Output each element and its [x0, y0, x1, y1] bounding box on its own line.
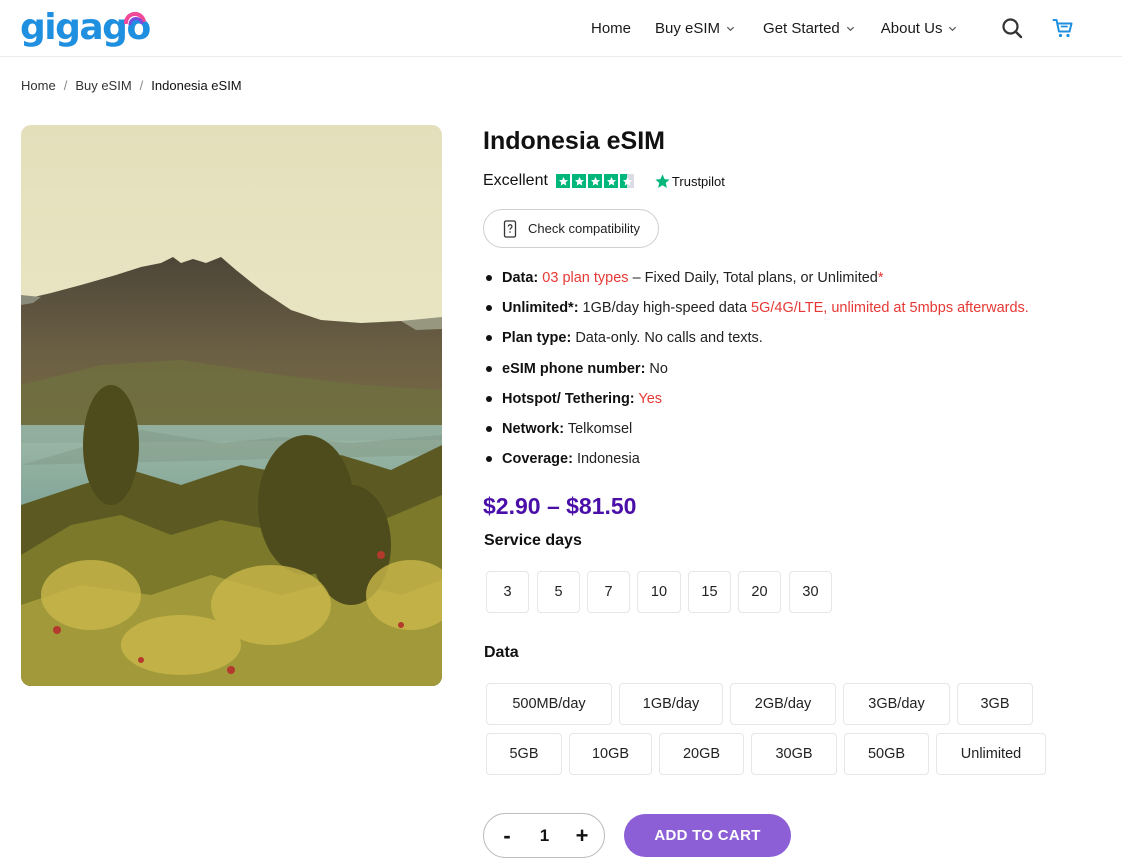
service-days-label: Service days — [484, 532, 582, 549]
search-button[interactable] — [1001, 17, 1023, 39]
spec-phone-number: eSIM phone number: No — [483, 357, 1103, 387]
service-day-option[interactable]: 10 — [637, 571, 681, 613]
spec-coverage: Coverage: Indonesia — [483, 447, 1103, 477]
quantity-decrease-button[interactable]: - — [499, 824, 515, 847]
spec-value: 1GB/day high-speed data — [578, 300, 752, 317]
trustpilot-rating[interactable]: Excellent Trustpilot — [483, 170, 725, 192]
search-icon — [1002, 18, 1023, 39]
price-range: $2.90 – $81.50 — [483, 493, 637, 519]
check-compatibility-button[interactable]: Check compatibility — [483, 209, 659, 248]
trustpilot-logo: Trustpilot — [654, 173, 725, 190]
spec-value: Yes — [634, 390, 663, 407]
chevron-down-icon — [726, 26, 735, 32]
cart-button[interactable] — [1052, 17, 1074, 39]
nav-home-label: Home — [591, 20, 632, 37]
chevron-down-icon — [949, 26, 957, 32]
data-option[interactable]: 10GB — [569, 733, 652, 775]
spec-value: Telkomsel — [564, 420, 633, 437]
data-option[interactable]: 3GB/day — [843, 683, 950, 725]
nav-buy-esim[interactable]: Buy eSIM — [655, 20, 735, 37]
quantity-input[interactable] — [529, 825, 560, 846]
service-day-option[interactable]: 30 — [789, 571, 832, 613]
service-day-option[interactable]: 7 — [587, 571, 630, 613]
phone-question-icon — [503, 219, 517, 238]
nav-buy-esim-label: Buy eSIM — [655, 20, 721, 37]
breadcrumb-separator: / — [63, 78, 68, 93]
service-day-option[interactable]: 15 — [688, 571, 731, 613]
rating-stars — [555, 174, 636, 188]
service-day-option[interactable]: 5 — [537, 571, 580, 613]
spec-label: Network: — [502, 420, 565, 437]
data-option[interactable]: Unlimited — [936, 733, 1046, 775]
data-option[interactable]: 50GB — [844, 733, 929, 775]
star-icon — [603, 174, 619, 188]
product-specs: Data: 03 plan types – Fixed Daily, Total… — [483, 266, 1103, 477]
spec-data: Data: 03 plan types – Fixed Daily, Total… — [483, 266, 1103, 296]
spec-value: No — [645, 360, 668, 377]
product-title: Indonesia eSIM — [483, 127, 665, 155]
chevron-down-icon — [846, 26, 854, 32]
spec-label: Plan type: — [502, 330, 572, 347]
spec-network: Network: Telkomsel — [483, 417, 1103, 447]
quantity-increase-button[interactable]: + — [574, 824, 590, 847]
service-day-option[interactable]: 20 — [738, 571, 781, 613]
spec-asterisk: * — [877, 270, 884, 286]
cart-icon — [1052, 19, 1073, 38]
nav-about-us[interactable]: About Us — [881, 20, 958, 37]
data-option[interactable]: 30GB — [751, 733, 837, 775]
spec-unlimited-note: 5G/4G/LTE, unlimited at 5mbps afterwards… — [751, 300, 1029, 317]
trustpilot-star-icon — [655, 173, 670, 188]
site-header: gigago Home Buy eSIM Get Started About U… — [0, 0, 1122, 57]
spec-label: Unlimited*: — [502, 300, 579, 317]
logo-arc-icon — [124, 12, 146, 26]
product-image[interactable] — [21, 125, 442, 686]
spec-value: Data-only. No calls and texts. — [571, 330, 763, 347]
spec-label: Coverage: — [502, 451, 573, 468]
data-option[interactable]: 500MB/day — [486, 683, 612, 725]
breadcrumb-buy-esim[interactable]: Buy eSIM — [75, 78, 131, 93]
star-icon — [555, 174, 571, 188]
spec-unlimited: Unlimited*: 1GB/day high-speed data 5G/4… — [483, 296, 1103, 326]
star-half-icon — [619, 174, 635, 188]
spec-label: Hotspot/ Tethering: — [502, 390, 635, 407]
trustpilot-label: Trustpilot — [671, 173, 725, 189]
nav-about-us-label: About Us — [880, 20, 943, 37]
main-nav: Home Buy eSIM Get Started About Us — [591, 0, 957, 57]
data-option[interactable]: 5GB — [486, 733, 562, 775]
spec-label: eSIM phone number: — [502, 360, 646, 377]
spec-value: – Fixed Daily, Total plans, or Unlimited — [628, 270, 878, 286]
add-to-cart-button[interactable]: ADD TO CART — [624, 814, 791, 857]
star-icon — [571, 174, 587, 188]
quantity-stepper: - + — [483, 813, 605, 858]
data-option[interactable]: 20GB — [659, 733, 744, 775]
spec-plan-type: Plan type: Data-only. No calls and texts… — [483, 326, 1103, 356]
data-option[interactable]: 1GB/day — [619, 683, 723, 725]
data-option[interactable]: 3GB — [957, 683, 1033, 725]
spec-data-plan-types: 03 plan types — [542, 270, 629, 286]
spec-label: Data: — [502, 270, 539, 286]
breadcrumb-home[interactable]: Home — [21, 78, 56, 93]
service-day-option[interactable]: 3 — [486, 571, 529, 613]
data-option[interactable]: 2GB/day — [730, 683, 836, 725]
breadcrumb-separator: / — [139, 78, 144, 93]
nav-get-started-label: Get Started — [763, 20, 840, 37]
check-compatibility-label: Check compatibility — [528, 221, 640, 236]
data-label: Data — [484, 644, 519, 661]
breadcrumb: Home / Buy eSIM / Indonesia eSIM — [21, 78, 242, 93]
logo[interactable]: gigago — [20, 8, 151, 48]
rating-word: Excellent — [483, 172, 548, 189]
nav-get-started[interactable]: Get Started — [763, 20, 855, 37]
mountain-lake-illustration — [21, 125, 442, 686]
star-icon — [587, 174, 603, 188]
breadcrumb-current: Indonesia eSIM — [151, 78, 242, 93]
nav-home[interactable]: Home — [591, 20, 631, 37]
spec-value: Indonesia — [572, 451, 640, 468]
spec-hotspot: Hotspot/ Tethering: Yes — [483, 387, 1103, 417]
